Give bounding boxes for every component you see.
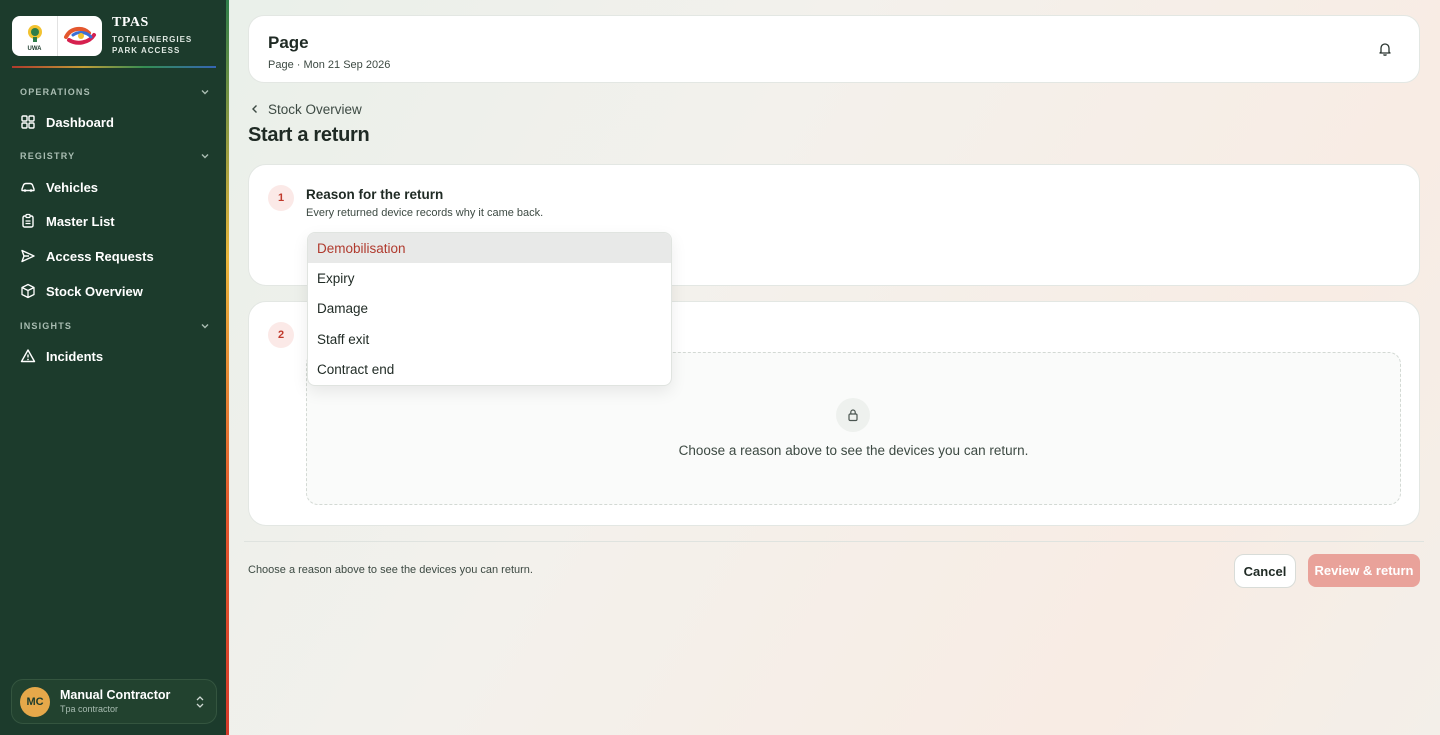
- sidebar-item-label: Master List: [46, 213, 115, 229]
- brand-subtitle-line2: PARK ACCESS: [112, 46, 181, 55]
- section-operations[interactable]: OPERATIONS: [20, 85, 210, 99]
- reason-option-expiry[interactable]: Expiry: [308, 263, 671, 293]
- uwa-text: UWA: [27, 46, 42, 52]
- section-label: REGISTRY: [20, 151, 76, 161]
- page-title: Page: [268, 33, 309, 52]
- chevron-up-down-icon: [196, 695, 204, 708]
- reason-dropdown-menu[interactable]: Demobilisation Expiry Damage Staff exit …: [307, 232, 672, 386]
- sidebar-item-label: Dashboard: [46, 114, 114, 130]
- chevron-down-icon: [201, 154, 209, 159]
- logo: UWA: [12, 16, 102, 56]
- user-role: Tpa contractor: [60, 704, 119, 715]
- box-icon: [21, 283, 35, 299]
- cancel-button[interactable]: Cancel: [1234, 554, 1296, 588]
- bell-icon[interactable]: [1377, 41, 1393, 57]
- sidebar-item-master-list[interactable]: Master List: [12, 207, 216, 235]
- empty-state-message: Choose a reason above to see the devices…: [678, 443, 1029, 458]
- clipboard-icon: [22, 213, 34, 228]
- lock-icon: [848, 409, 858, 422]
- reason-option-damage[interactable]: Damage: [308, 294, 671, 324]
- section-registry[interactable]: REGISTRY: [20, 149, 210, 163]
- user-info: Manual Contractor Tpa contractor: [60, 689, 194, 715]
- section-insights[interactable]: INSIGHTS: [20, 319, 210, 333]
- brand-divider: [12, 66, 216, 68]
- step-description: Every returned device records why it cam…: [306, 207, 544, 219]
- sidebar-item-stock-overview[interactable]: Stock Overview: [12, 277, 216, 305]
- reason-option-demobilisation[interactable]: Demobilisation: [308, 233, 671, 264]
- footer-hint: Choose a reason above to see the devices…: [248, 564, 533, 576]
- section-label: INSIGHTS: [20, 321, 73, 331]
- top-bar: Page Page · Mon 21 Sep 2026: [248, 15, 1420, 83]
- sidebar-edge-stripe: [226, 0, 229, 735]
- breadcrumb-back-link[interactable]: Stock Overview: [250, 100, 362, 118]
- sidebar-item-dashboard[interactable]: Dashboard: [12, 108, 216, 136]
- totalenergies-logo: [57, 16, 102, 56]
- sidebar-item-vehicles[interactable]: Vehicles: [12, 173, 216, 201]
- chevron-down-icon: [201, 90, 209, 95]
- sidebar-item-label: Stock Overview: [46, 283, 143, 299]
- send-icon: [21, 249, 35, 263]
- reason-option-contract-end[interactable]: Contract end: [308, 355, 671, 385]
- chevron-down-icon: [201, 324, 209, 329]
- breadcrumb-label: Stock Overview: [268, 101, 362, 117]
- uwa-logo: UWA: [12, 16, 57, 56]
- brand[interactable]: UWA TPAS TOTALENERGIES PARK ACCESS: [12, 14, 216, 58]
- reason-option-staff-exit[interactable]: Staff exit: [308, 324, 671, 354]
- car-icon: [21, 182, 35, 192]
- footer-divider: [244, 541, 1424, 542]
- step-number: 1: [268, 185, 294, 211]
- brand-subtitle: TOTALENERGIES PARK ACCESS: [112, 34, 192, 56]
- grid-icon: [21, 115, 35, 129]
- brand-text: TPAS TOTALENERGIES PARK ACCESS: [112, 16, 192, 56]
- user-name: Manual Contractor: [60, 687, 171, 702]
- sidebar-item-access-requests[interactable]: Access Requests: [12, 242, 216, 270]
- sidebar: UWA TPAS TOTALENERGIES PARK ACCESS OPERA…: [0, 0, 226, 735]
- chevron-left-icon: [252, 105, 257, 113]
- step-title: Reason for the return: [306, 187, 444, 202]
- brand-title: TPAS: [112, 15, 149, 30]
- lock-badge: [836, 398, 870, 432]
- user-menu[interactable]: MC Manual Contractor Tpa contractor: [11, 679, 217, 724]
- totalenergies-swirl-icon: [64, 26, 96, 45]
- brand-subtitle-line1: TOTALENERGIES: [112, 35, 193, 44]
- section-label: OPERATIONS: [20, 87, 91, 97]
- step-number: 2: [268, 322, 294, 348]
- sidebar-item-label: Vehicles: [46, 179, 99, 195]
- page-heading: Start a return: [248, 124, 370, 146]
- sidebar-item-label: Incidents: [46, 348, 104, 364]
- page-subtitle: Page · Mon 21 Sep 2026: [268, 59, 391, 71]
- warning-icon: [20, 349, 36, 363]
- avatar: MC: [20, 686, 50, 717]
- sidebar-item-incidents[interactable]: Incidents: [12, 342, 216, 370]
- review-and-return-button[interactable]: Review & return: [1308, 554, 1420, 587]
- sidebar-item-label: Access Requests: [46, 248, 154, 264]
